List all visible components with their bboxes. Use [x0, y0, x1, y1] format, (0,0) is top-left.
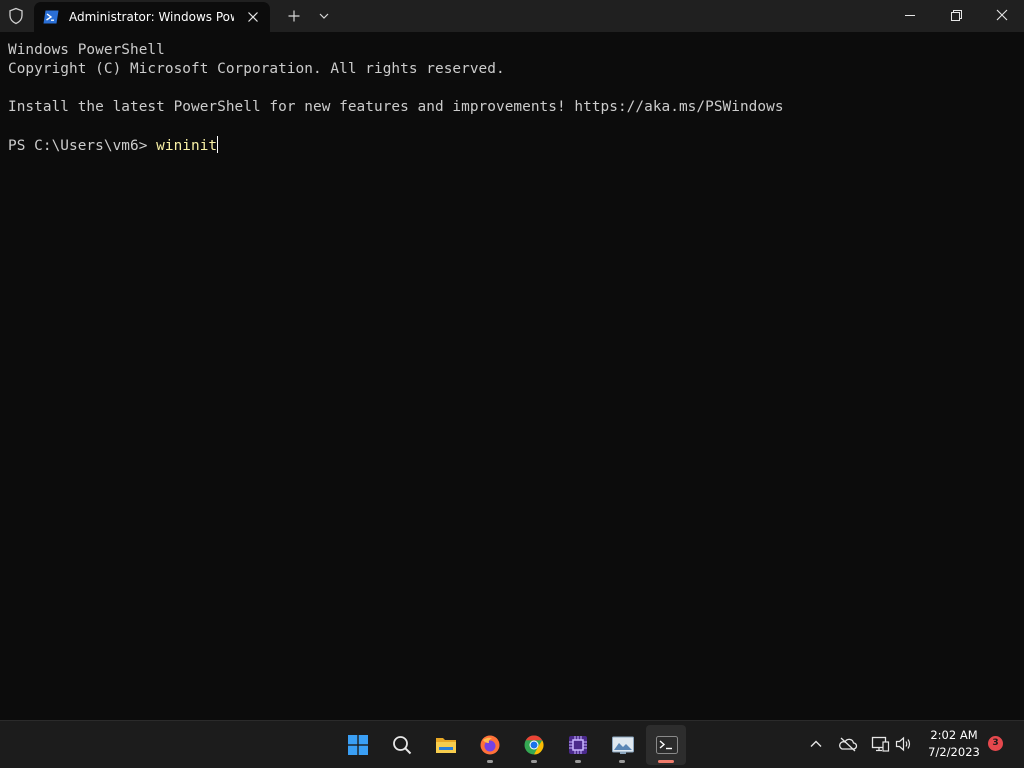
tab-powershell[interactable]: Administrator: Windows PowerShell [34, 2, 270, 32]
image-viewer-button[interactable] [602, 725, 642, 765]
command-line[interactable]: PS C:\Users\vm6> wininit [8, 136, 219, 155]
onedrive-offline-icon[interactable] [838, 734, 858, 754]
output-line: Windows PowerShell [8, 42, 165, 58]
start-icon [348, 735, 368, 755]
chip-app-icon [569, 736, 587, 754]
volume-icon[interactable] [894, 734, 914, 754]
image-viewer-icon [612, 736, 634, 754]
notification-badge[interactable]: 3 [988, 736, 1003, 751]
close-tab-icon[interactable] [244, 8, 262, 26]
file-explorer-icon [436, 738, 456, 753]
title-bar: Administrator: Windows PowerShell [0, 0, 1024, 32]
chevron-down-icon[interactable] [313, 6, 335, 26]
network-icon[interactable] [870, 734, 890, 754]
shield-icon [9, 7, 23, 25]
file-explorer-button[interactable] [426, 725, 466, 765]
running-indicator [575, 760, 581, 763]
clock-date: 7/2/2023 [928, 745, 980, 759]
search-button[interactable] [382, 725, 422, 765]
clock-time: 2:02 AM [930, 728, 978, 742]
chip-app-button[interactable] [558, 725, 598, 765]
chrome-button[interactable] [514, 725, 554, 765]
running-indicator [487, 760, 493, 763]
active-indicator [658, 760, 674, 763]
chevron-up-icon[interactable] [806, 734, 826, 754]
running-indicator [531, 760, 537, 763]
output-line: Copyright (C) Microsoft Corporation. All… [8, 61, 505, 77]
close-window-icon[interactable] [988, 0, 1016, 32]
terminal-button[interactable] [646, 725, 686, 765]
running-indicator [619, 760, 625, 763]
clock[interactable]: 2:02 AM 7/2/2023 [918, 727, 990, 763]
output-line: Install the latest PowerShell for new fe… [8, 99, 784, 115]
search-icon [393, 736, 412, 755]
new-tab-icon[interactable] [283, 6, 305, 26]
minimize-icon[interactable] [896, 0, 924, 32]
firefox-button[interactable] [470, 725, 510, 765]
text-cursor [217, 136, 219, 153]
terminal-icon [656, 736, 678, 754]
restore-icon[interactable] [942, 0, 970, 32]
start-button[interactable] [338, 725, 378, 765]
chrome-icon [524, 735, 544, 755]
prompt: PS C:\Users\vm6> [8, 138, 157, 154]
terminal-output[interactable]: Windows PowerShell Copyright (C) Microso… [0, 32, 1024, 720]
command-input[interactable]: wininit [156, 138, 217, 154]
firefox-icon [480, 735, 500, 755]
tab-title: Administrator: Windows PowerShell [69, 10, 234, 24]
powershell-icon [43, 10, 59, 24]
